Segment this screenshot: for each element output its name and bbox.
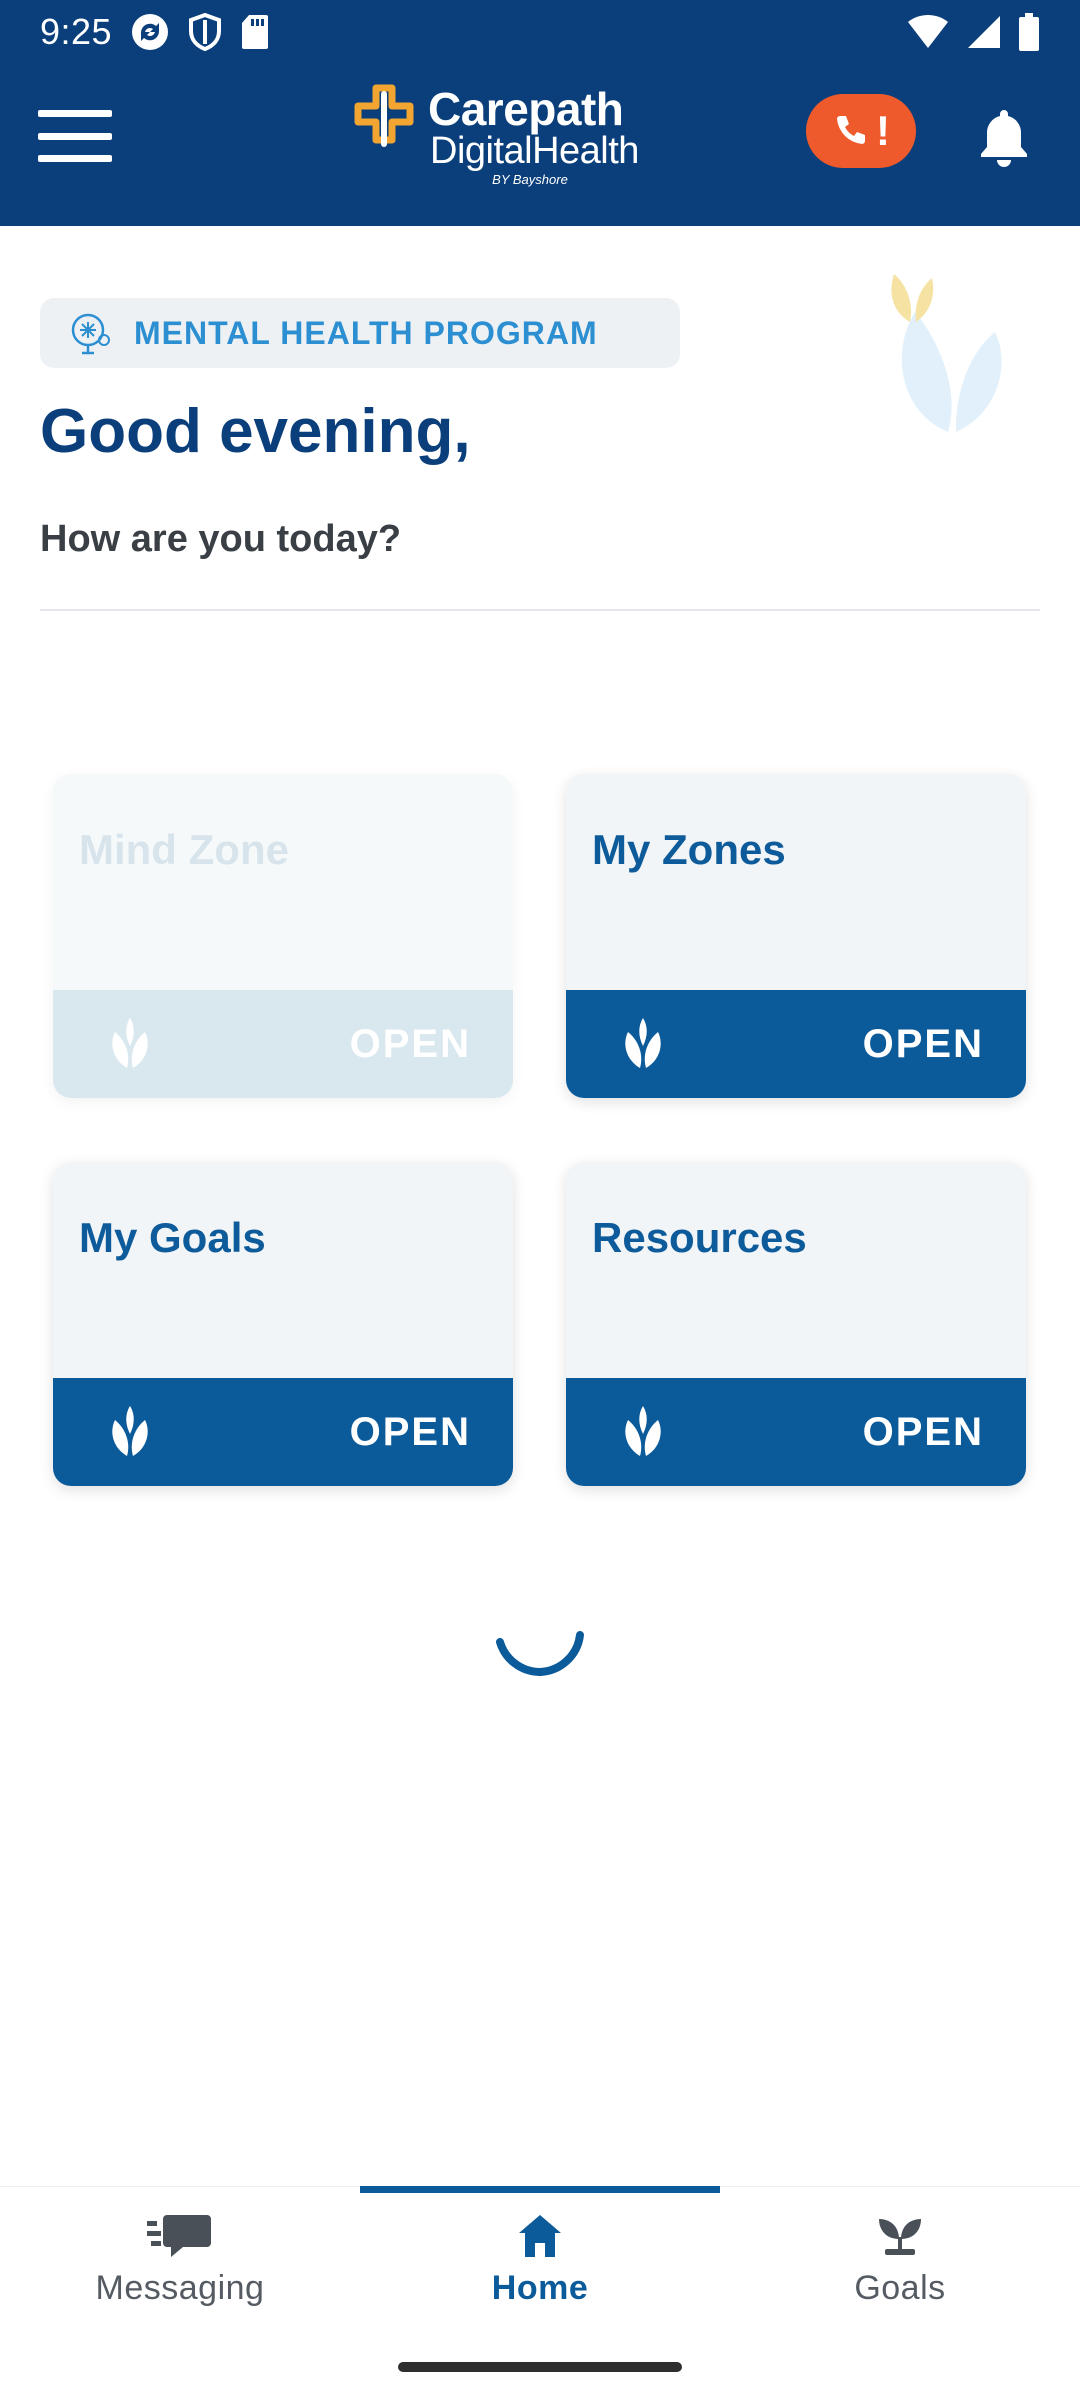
brain-icon bbox=[71, 313, 110, 355]
divider bbox=[40, 609, 1040, 611]
card-my-zones[interactable]: My Zones OPEN bbox=[566, 774, 1026, 1098]
open-label: OPEN bbox=[862, 1409, 984, 1454]
notifications-bell-icon[interactable] bbox=[972, 104, 1036, 168]
card-title: Resources bbox=[592, 1214, 807, 1261]
home-icon bbox=[519, 2215, 561, 2257]
card-open-bar[interactable]: OPEN bbox=[53, 990, 513, 1098]
status-time: 9:25 bbox=[40, 11, 113, 52]
menu-button[interactable] bbox=[38, 110, 112, 162]
program-badge: MENTAL HEALTH PROGRAM bbox=[40, 298, 680, 368]
program-label: MENTAL HEALTH PROGRAM bbox=[134, 314, 598, 351]
chat-icon bbox=[147, 2215, 211, 2257]
sprout-icon bbox=[879, 2219, 921, 2255]
card-mind-zone[interactable]: Mind Zone OPEN bbox=[53, 774, 513, 1098]
sync-icon bbox=[132, 14, 169, 50]
shield-icon bbox=[189, 12, 222, 52]
nav-label: Home bbox=[491, 2269, 589, 2307]
signal-icon bbox=[968, 16, 1000, 48]
sd-card-icon bbox=[242, 15, 269, 49]
logo-subtext: DigitalHealth bbox=[430, 130, 639, 172]
logo-cross-icon bbox=[354, 84, 414, 147]
battery-icon bbox=[1019, 13, 1039, 51]
nav-label: Goals bbox=[854, 2269, 946, 2307]
logo-byline: BY Bayshore bbox=[492, 172, 568, 187]
logo-text: Carepath bbox=[428, 83, 624, 135]
card-my-goals[interactable]: My Goals OPEN bbox=[53, 1162, 513, 1486]
card-open-bar[interactable]: OPEN bbox=[566, 990, 1026, 1098]
wifi-icon bbox=[908, 14, 948, 49]
open-label: OPEN bbox=[349, 1409, 471, 1454]
nav-label: Messaging bbox=[95, 2269, 265, 2307]
leaf-icon bbox=[112, 1018, 148, 1068]
bottom-navigation: Messaging Home Goals bbox=[0, 2186, 1080, 2336]
leaf-decoration-icon bbox=[891, 274, 1002, 432]
card-title: My Goals bbox=[79, 1214, 266, 1261]
loading-spinner-icon bbox=[496, 1631, 584, 1676]
card-title: My Zones bbox=[592, 826, 786, 873]
nav-home[interactable]: Home bbox=[360, 2186, 720, 2336]
leaf-icon bbox=[625, 1018, 661, 1068]
leaf-icon bbox=[625, 1406, 661, 1456]
open-label: OPEN bbox=[349, 1021, 471, 1066]
status-bar: 9:25 bbox=[0, 0, 1080, 64]
open-label: OPEN bbox=[862, 1021, 984, 1066]
card-title: Mind Zone bbox=[79, 826, 289, 873]
nav-messaging[interactable]: Messaging bbox=[0, 2187, 360, 2336]
alert-mark: ! bbox=[876, 107, 890, 154]
card-open-bar[interactable]: OPEN bbox=[566, 1378, 1026, 1486]
greeting-subtitle: How are you today? bbox=[40, 518, 402, 560]
carepath-logo: Carepath DigitalHealth BY Bayshore bbox=[354, 82, 654, 192]
emergency-call-button[interactable]: ! bbox=[806, 94, 916, 168]
leaf-icon bbox=[112, 1406, 148, 1456]
greeting-title: Good evening, bbox=[40, 397, 471, 466]
card-open-bar[interactable]: OPEN bbox=[53, 1378, 513, 1486]
gesture-handle[interactable] bbox=[398, 2362, 682, 2372]
phone-icon bbox=[837, 116, 865, 144]
app-header: 9:25 Carepath DigitalHealth BY Bayshore … bbox=[0, 0, 1080, 226]
nav-goals[interactable]: Goals bbox=[720, 2187, 1080, 2336]
card-resources[interactable]: Resources OPEN bbox=[566, 1162, 1026, 1486]
